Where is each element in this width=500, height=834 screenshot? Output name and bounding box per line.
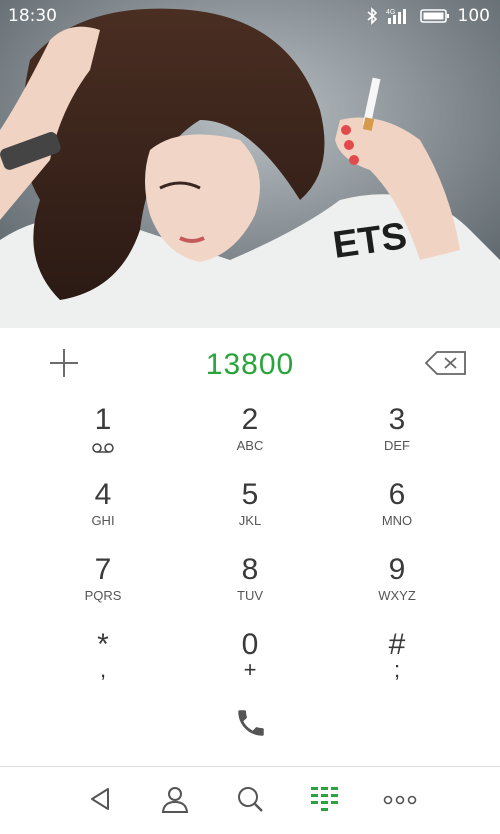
- wallpaper-photo: ETS: [0, 0, 500, 328]
- key-8[interactable]: 8 TUV: [177, 548, 323, 623]
- nav-search-button[interactable]: [226, 777, 274, 825]
- key-digit: 4: [94, 478, 112, 511]
- key-digit: 7: [94, 553, 112, 586]
- nav-dialpad-button[interactable]: [301, 777, 349, 825]
- key-letters: WXYZ: [378, 588, 416, 603]
- key-digit: 5: [241, 478, 259, 511]
- key-2[interactable]: 2 ABC: [177, 398, 323, 473]
- keypad-row: 4 GHI 5 JKL 6 MNO: [30, 473, 470, 548]
- voicemail-icon: [91, 439, 115, 458]
- status-bar: 18:30 4G 100: [0, 0, 500, 32]
- more-icon: [383, 791, 417, 810]
- key-digit: 1: [94, 403, 112, 436]
- key-symbol: +: [243, 657, 257, 682]
- keypad: 1 2 ABC 3 DEF 4 GHI 5 JKL 6 MNO 7 PQRS 8…: [30, 398, 470, 698]
- photo-illustration: ETS: [0, 0, 500, 328]
- search-icon: [235, 784, 265, 818]
- key-digit: 6: [388, 478, 406, 511]
- dialpad-icon: [309, 784, 341, 818]
- key-letters: JKL: [238, 513, 262, 528]
- bottom-navigation: [0, 767, 500, 834]
- key-4[interactable]: 4 GHI: [30, 473, 176, 548]
- battery-icon: [419, 8, 450, 24]
- key-digit: 3: [388, 403, 406, 436]
- battery-percent: 100: [457, 6, 490, 26]
- key-letters: PQRS: [84, 588, 122, 603]
- bluetooth-icon: [366, 7, 378, 25]
- call-button[interactable]: [226, 700, 276, 750]
- key-letters: GHI: [91, 513, 115, 528]
- dial-input-row: 13800: [0, 336, 500, 394]
- key-letters: TUV: [237, 588, 263, 603]
- phone-icon: [234, 706, 268, 744]
- back-triangle-icon: [86, 785, 114, 817]
- key-symbol: ;: [393, 657, 401, 682]
- status-time: 18:30: [8, 6, 57, 26]
- key-1[interactable]: 1: [30, 398, 176, 473]
- key-letters: MNO: [381, 513, 413, 528]
- status-icons: 4G 100: [366, 6, 490, 26]
- key-0[interactable]: 0 +: [177, 623, 323, 698]
- person-icon: [160, 784, 190, 818]
- signal-icon: 4G: [386, 7, 412, 25]
- key-hash[interactable]: # ;: [324, 623, 470, 698]
- key-digit: 9: [388, 553, 406, 586]
- nav-contacts-button[interactable]: [151, 777, 199, 825]
- key-6[interactable]: 6 MNO: [324, 473, 470, 548]
- keypad-row: 1 2 ABC 3 DEF: [30, 398, 470, 473]
- key-7[interactable]: 7 PQRS: [30, 548, 176, 623]
- key-letters: DEF: [384, 438, 410, 453]
- keypad-row: * , 0 + # ;: [30, 623, 470, 698]
- key-9[interactable]: 9 WXYZ: [324, 548, 470, 623]
- key-letters: ABC: [236, 438, 264, 453]
- network-type-label: 4G: [386, 9, 395, 16]
- key-star[interactable]: * ,: [30, 623, 176, 698]
- key-5[interactable]: 5 JKL: [177, 473, 323, 548]
- key-digit: 8: [241, 553, 259, 586]
- nav-back-button[interactable]: [76, 777, 124, 825]
- dialed-number: 13800: [205, 348, 295, 381]
- key-symbol: ,: [99, 657, 107, 682]
- key-3[interactable]: 3 DEF: [324, 398, 470, 473]
- nav-more-button[interactable]: [376, 777, 424, 825]
- keypad-row: 7 PQRS 8 TUV 9 WXYZ: [30, 548, 470, 623]
- key-digit: 2: [241, 403, 259, 436]
